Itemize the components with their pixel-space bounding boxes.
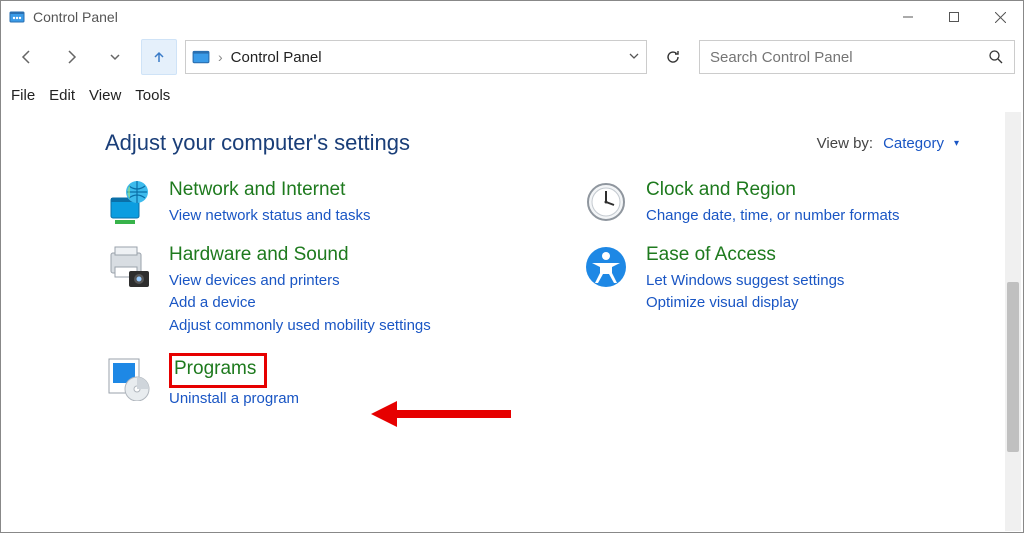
category-title[interactable]: Programs: [174, 357, 256, 382]
accessibility-icon: [582, 243, 630, 291]
refresh-button[interactable]: [655, 39, 691, 75]
annotation-arrow: [371, 399, 511, 429]
window-controls: [885, 1, 1023, 33]
menu-edit[interactable]: Edit: [49, 87, 75, 104]
menu-bar: File Edit View Tools: [1, 81, 1023, 112]
link-add-device[interactable]: Add a device: [169, 292, 431, 315]
printer-camera-icon: [105, 243, 153, 291]
view-by-control[interactable]: View by: Category ▾: [817, 135, 959, 152]
link-uninstall-program[interactable]: Uninstall a program: [169, 388, 299, 411]
link-network-status[interactable]: View network status and tasks: [169, 205, 371, 228]
maximize-button[interactable]: [931, 1, 977, 33]
search-icon: [988, 49, 1004, 65]
breadcrumb-sep-icon: ›: [218, 49, 223, 65]
forward-button[interactable]: [53, 39, 89, 75]
link-optimize-display[interactable]: Optimize visual display: [646, 292, 844, 315]
link-mobility-settings[interactable]: Adjust commonly used mobility settings: [169, 315, 431, 338]
category-title[interactable]: Network and Internet: [169, 178, 371, 203]
category-network: Network and Internet View network status…: [105, 178, 522, 227]
programs-disc-icon: [105, 353, 153, 401]
address-dropdown-icon[interactable]: [628, 49, 640, 65]
up-button[interactable]: [141, 39, 177, 75]
category-title[interactable]: Ease of Access: [646, 243, 844, 268]
menu-file[interactable]: File: [11, 87, 35, 104]
close-button[interactable]: [977, 1, 1023, 33]
globe-monitor-icon: [105, 178, 153, 226]
search-box[interactable]: [699, 40, 1015, 74]
page-title: Adjust your computer's settings: [105, 130, 410, 156]
link-devices-printers[interactable]: View devices and printers: [169, 270, 431, 293]
category-clock: Clock and Region Change date, time, or n…: [582, 178, 999, 227]
link-date-formats[interactable]: Change date, time, or number formats: [646, 205, 899, 228]
clock-icon: [582, 178, 630, 226]
menu-tools[interactable]: Tools: [135, 87, 170, 104]
category-hardware: Hardware and Sound View devices and prin…: [105, 243, 522, 337]
category-title[interactable]: Clock and Region: [646, 178, 899, 203]
link-suggest-settings[interactable]: Let Windows suggest settings: [646, 270, 844, 293]
menu-view[interactable]: View: [89, 87, 121, 104]
content-area: Adjust your computer's settings View by:…: [1, 112, 1023, 411]
view-by-label: View by:: [817, 135, 873, 152]
category-title[interactable]: Hardware and Sound: [169, 243, 431, 268]
recent-locations-button[interactable]: [97, 39, 133, 75]
control-panel-mini-icon: [192, 48, 210, 66]
window-title: Control Panel: [33, 9, 118, 25]
toolbar: › Control Panel: [1, 33, 1023, 81]
chevron-down-icon: ▾: [954, 138, 959, 149]
scrollbar[interactable]: [1005, 112, 1021, 531]
address-bar[interactable]: › Control Panel: [185, 40, 647, 74]
titlebar: Control Panel: [1, 1, 1023, 33]
programs-highlight: Programs: [169, 353, 267, 388]
minimize-button[interactable]: [885, 1, 931, 33]
scrollbar-thumb[interactable]: [1007, 282, 1019, 452]
view-by-value[interactable]: Category: [883, 135, 944, 152]
breadcrumb-location[interactable]: Control Panel: [231, 49, 322, 66]
control-panel-icon: [9, 9, 25, 25]
category-ease-of-access: Ease of Access Let Windows suggest setti…: [582, 243, 999, 315]
search-input[interactable]: [710, 49, 980, 66]
back-button[interactable]: [9, 39, 45, 75]
